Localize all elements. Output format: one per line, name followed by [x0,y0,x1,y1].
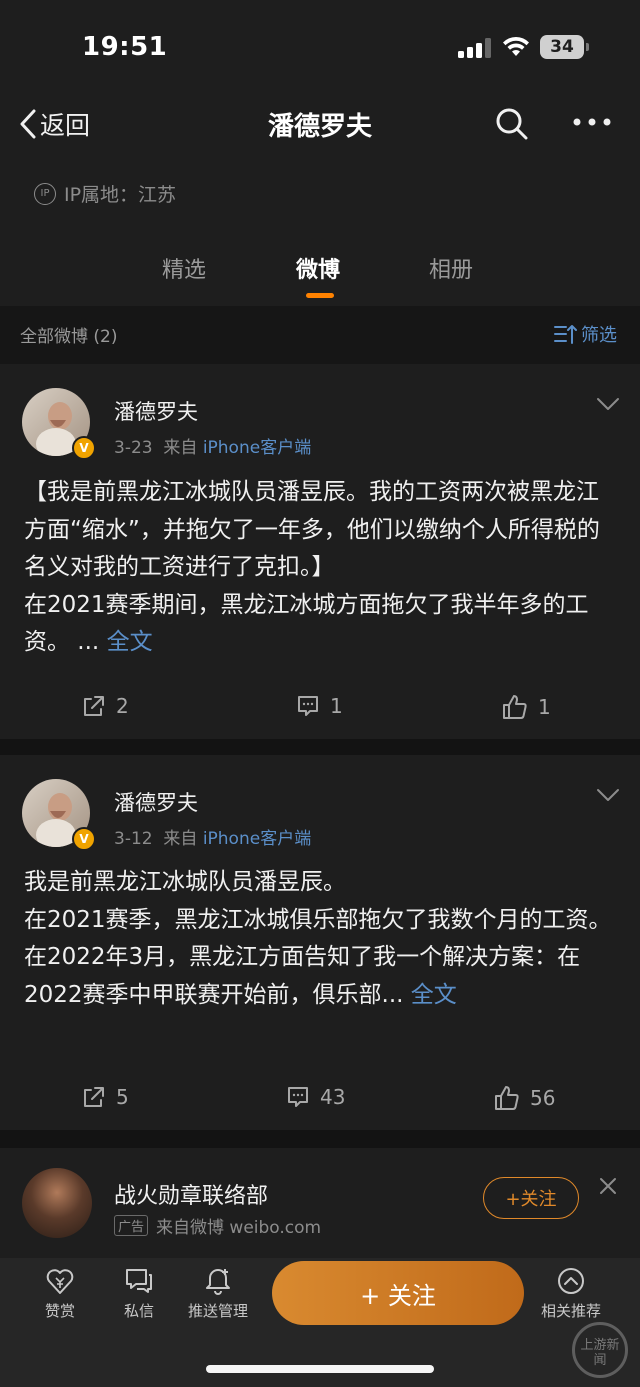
post-text: 我是前黑龙江冰城队员潘昱辰。 在2021赛季，黑龙江冰城俱乐部拖欠了我数个月的工… [24,864,620,1014]
message-icon [126,1269,152,1293]
related-icon [558,1268,584,1294]
post-source-prefix: 来自 [163,829,198,849]
filter-label: 筛选 [581,325,617,346]
ad-tag: 广告 [114,1215,149,1236]
comment-button[interactable]: 1 [296,694,343,718]
full-text-link[interactable]: 全文 [411,982,457,1008]
home-indicator[interactable] [206,1365,434,1373]
post-author[interactable]: 潘德罗夫 [114,396,198,426]
reward-icon [46,1269,74,1294]
like-button[interactable]: 1 [502,694,551,720]
post-source[interactable]: iPhone客户端 [203,438,311,458]
post-source-prefix: 来自 [163,438,198,458]
post-meta: 3-23 来自 iPhone客户端 [114,433,311,458]
comment-button[interactable]: 43 [286,1085,345,1109]
tab-album[interactable]: 相册 [429,252,473,284]
bell-icon [206,1269,230,1295]
verified-badge-icon: V [72,827,96,851]
post-date: 3-23 [114,438,153,458]
ip-location: IP IP属地：江苏 [34,180,176,207]
verified-badge-icon: V [72,436,96,460]
comment-icon [288,1087,308,1107]
filter-button[interactable]: 筛选 [553,321,617,347]
cellular-signal-icon [458,38,491,58]
chevron-left-icon [20,109,36,139]
repost-icon [84,696,104,716]
card-divider [0,1130,640,1148]
post-count-label: 全部微博 (2) [20,327,118,347]
like-count: 1 [538,695,551,719]
page-title: 潘德罗夫 [267,112,372,142]
comment-count: 43 [320,1085,346,1109]
post-meta: 3-12 来自 iPhone客户端 [114,824,311,849]
comment-icon [298,696,318,716]
watermark-text: 上游新闻 [580,1338,620,1368]
comment-count: 1 [330,694,343,718]
push-settings-button[interactable]: 推送管理 [178,1266,258,1321]
repost-button[interactable]: 5 [82,1085,129,1109]
ad-name[interactable]: 战火勋章联络部 [114,1178,268,1210]
reward-label: 赞赏 [44,1302,75,1320]
repost-button[interactable]: 2 [82,694,129,718]
filter-icon [554,325,577,344]
repost-count: 2 [116,694,129,718]
message-label: 私信 [123,1302,154,1320]
repost-count: 5 [116,1085,129,1109]
close-icon[interactable] [598,1176,618,1196]
follow-button[interactable]: + 关注 [272,1261,524,1325]
ad-source: 来自微博 weibo.com [156,1218,322,1238]
ad-follow-button[interactable]: +关注 [483,1177,579,1219]
more-icon[interactable] [572,112,612,132]
reward-button[interactable]: 赞赏 [20,1266,100,1321]
back-label: 返回 [40,111,91,140]
back-button[interactable]: 返回 [18,106,90,142]
ip-location-text: IP属地：江苏 [64,184,177,206]
post-text-content: 我是前黑龙江冰城队员潘昱辰。 在2021赛季，黑龙江冰城俱乐部拖欠了我数个月的工… [24,869,612,1008]
post-text: 【我是前黑龙江冰城队员潘昱辰。我的工资两次被黑龙江方面“缩水”，并拖欠了一年多，… [24,474,620,662]
push-settings-label: 推送管理 [187,1302,248,1320]
active-tab-indicator [306,293,334,298]
ad-meta: 广告 来自微博 weibo.com [114,1213,321,1238]
related-label: 相关推荐 [540,1302,601,1320]
battery-level: 34 [550,37,574,57]
thumbs-up-icon [495,1086,519,1110]
ip-badge-icon: IP [34,182,56,205]
tab-weibo[interactable]: 微博 [296,252,340,284]
chevron-down-icon[interactable] [596,397,620,411]
full-text-link[interactable]: 全文 [107,629,153,655]
repost-icon [84,1087,104,1107]
message-button[interactable]: 私信 [99,1266,179,1321]
card-divider [0,739,640,755]
search-icon[interactable] [494,106,530,142]
battery-icon: 34 [540,35,590,59]
wifi-icon [503,36,529,56]
like-button[interactable]: 56 [494,1085,555,1111]
like-count: 56 [530,1086,556,1110]
post-date: 3-12 [114,829,153,849]
post-author[interactable]: 潘德罗夫 [114,787,198,817]
post-source[interactable]: iPhone客户端 [203,829,311,849]
ad-avatar[interactable] [22,1168,92,1238]
tab-featured[interactable]: 精选 [162,252,206,284]
chevron-down-icon[interactable] [596,788,620,802]
thumbs-up-icon [503,695,527,719]
related-button[interactable]: 相关推荐 [531,1266,611,1321]
profile-tabs: 精选 微博 相册 [0,252,640,302]
status-time: 19:51 [82,32,168,62]
